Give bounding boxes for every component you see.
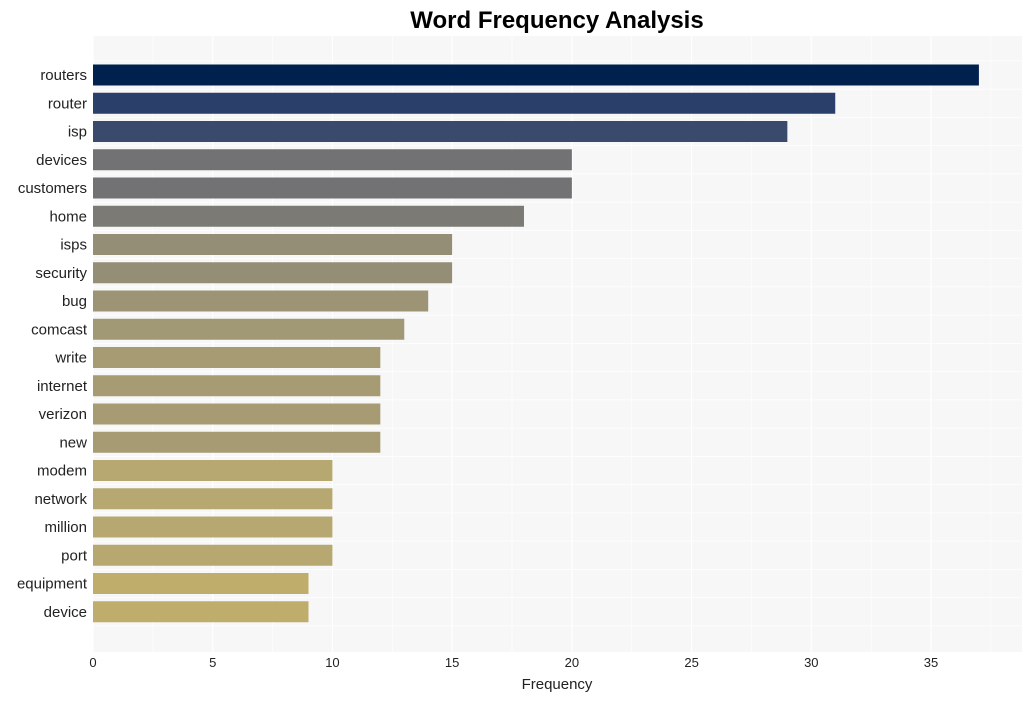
bar-isps bbox=[93, 234, 453, 255]
x-axis-ticks: 0 5 10 15 20 25 30 35 bbox=[89, 655, 938, 670]
y-label-equipment: equipment bbox=[17, 576, 88, 593]
y-label-write: write bbox=[54, 350, 87, 367]
bar-write bbox=[93, 347, 381, 368]
bar-devices bbox=[93, 149, 572, 171]
y-axis-labels: routers router isp devices customers home isps… bbox=[17, 67, 88, 621]
y-label-million: million bbox=[44, 519, 87, 536]
x-tick-0: 0 bbox=[89, 655, 96, 670]
bar-router bbox=[93, 92, 836, 114]
y-label-isps: isps bbox=[60, 237, 87, 254]
y-label-customers: customers bbox=[18, 180, 87, 197]
chart-title: Word Frequency Analysis bbox=[410, 7, 703, 34]
bar-equipment bbox=[93, 573, 309, 594]
x-tick-15: 15 bbox=[445, 655, 459, 670]
bar-internet bbox=[93, 375, 381, 397]
bar-customers bbox=[93, 177, 572, 199]
y-label-modem: modem bbox=[37, 463, 87, 480]
y-label-security: security bbox=[35, 265, 87, 282]
x-axis-label: Frequency bbox=[522, 676, 593, 693]
x-tick-20: 20 bbox=[565, 655, 579, 670]
bar-verizon bbox=[93, 403, 381, 425]
bar-security bbox=[93, 262, 453, 284]
bar-isp bbox=[93, 121, 788, 142]
y-label-port: port bbox=[61, 547, 88, 564]
y-label-new: new bbox=[59, 434, 87, 451]
y-label-bug: bug bbox=[62, 293, 87, 310]
y-label-home: home bbox=[49, 208, 87, 225]
y-label-comcast: comcast bbox=[31, 321, 88, 338]
bar-network bbox=[93, 488, 333, 510]
x-tick-30: 30 bbox=[804, 655, 818, 670]
y-label-isp: isp bbox=[68, 124, 87, 141]
bar-device bbox=[93, 601, 309, 623]
y-label-routers: routers bbox=[40, 67, 87, 84]
x-tick-10: 10 bbox=[325, 655, 339, 670]
bar-port bbox=[93, 544, 333, 566]
y-label-internet: internet bbox=[37, 378, 88, 395]
bar-million bbox=[93, 516, 333, 538]
x-tick-5: 5 bbox=[209, 655, 216, 670]
bar-bug bbox=[93, 290, 429, 312]
y-label-network: network bbox=[34, 491, 87, 508]
bar-modem bbox=[93, 460, 333, 481]
y-label-devices: devices bbox=[36, 152, 87, 169]
x-tick-35: 35 bbox=[924, 655, 938, 670]
bar-comcast bbox=[93, 318, 405, 340]
y-label-verizon: verizon bbox=[39, 406, 87, 423]
bar-routers bbox=[93, 64, 979, 86]
y-label-device: device bbox=[44, 604, 87, 621]
bar-home bbox=[93, 205, 524, 227]
word-frequency-chart: Word Frequency Analysis routers router isp… bbox=[17, 7, 1022, 693]
bar-new bbox=[93, 431, 381, 453]
y-label-router: router bbox=[48, 95, 87, 112]
x-tick-25: 25 bbox=[684, 655, 698, 670]
